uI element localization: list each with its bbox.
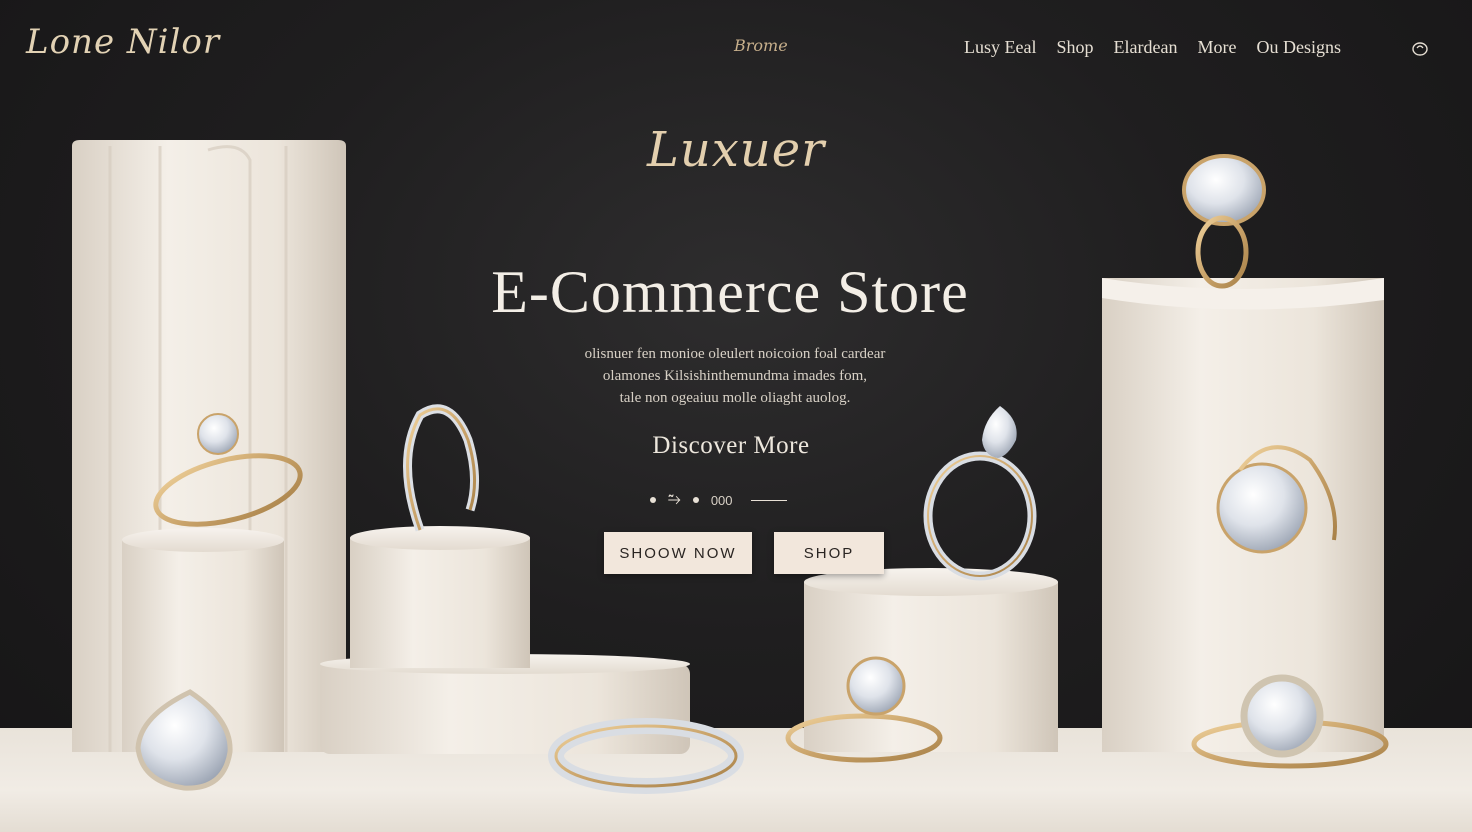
carousel-indicator: ⥲ 000 [650, 489, 787, 511]
carousel-dot[interactable] [650, 497, 656, 503]
nav-item-more[interactable]: More [1197, 37, 1236, 58]
center-monogram: Brome [734, 36, 788, 55]
nav-item-shop[interactable]: Shop [1056, 37, 1093, 58]
shopping-bag-icon[interactable] [1411, 40, 1429, 56]
round-drum-pedestal [804, 568, 1058, 752]
hero-description-line: olisnuer fen monioe oleulert noicoion fo… [584, 346, 886, 362]
hero-script-title: Luxuer [646, 122, 826, 178]
shop-button[interactable]: SHOP [774, 532, 884, 574]
shop-now-button[interactable]: SHOOW NOW [604, 532, 752, 574]
nav-item-elardean[interactable]: Elardean [1114, 37, 1178, 58]
nav-item-lusy-eeal[interactable]: Lusy Eeal [964, 37, 1036, 58]
ring-open-band [403, 404, 480, 532]
hero-description-line: tale non ogeaiuu molle oliaght auolog. [619, 390, 851, 406]
brand-logo[interactable]: Lone Nilor [26, 22, 220, 62]
carousel-counter: 000 [710, 492, 733, 508]
carousel-progress-line [750, 499, 787, 501]
hero-title: E-Commerce Store [491, 259, 969, 325]
ornament-icon: ⥲ [668, 491, 681, 508]
carousel-dot[interactable] [692, 497, 699, 503]
discover-more-link[interactable]: Discover More [0, 432, 1462, 460]
hero-description-line: olamones Kilsishinthemundma imades fom, [602, 368, 868, 384]
nav-item-our-designs[interactable]: Ou Designs [1256, 37, 1341, 58]
hero-description: olisnuer fen monioe oleulert noicoion fo… [500, 343, 970, 409]
main-navigation: Lusy Eeal Shop Elardean More Ou Designs [964, 37, 1341, 58]
